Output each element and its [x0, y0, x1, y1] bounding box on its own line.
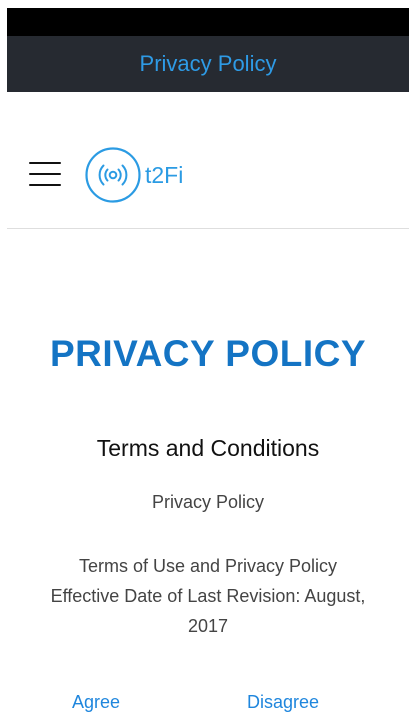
terms-heading: Terms and Conditions: [96, 435, 320, 461]
disagree-button[interactable]: Disagree: [247, 692, 319, 713]
terms-text: Terms of Use and Privacy Policy Effectiv…: [35, 551, 381, 641]
logo[interactable]: t2Fi: [84, 146, 183, 204]
page-title: PRIVACY POLICY: [49, 333, 367, 374]
privacy-policy-label: Privacy Policy: [151, 492, 265, 512]
agree-button[interactable]: Agree: [72, 692, 120, 713]
consent-actions: Agree Disagree: [7, 692, 409, 720]
nav-title: Privacy Policy: [139, 51, 277, 76]
logo-text: t2Fi: [145, 161, 184, 188]
site-header: t2Fi: [7, 92, 409, 229]
terms-line: Terms of Use and Privacy Policy: [78, 556, 338, 576]
status-bar: [7, 8, 409, 36]
navigation-bar: Privacy Policy: [7, 36, 409, 92]
hamburger-menu-icon[interactable]: [29, 162, 61, 186]
revision-date: Effective Date of Last Revision: August,…: [50, 586, 366, 636]
wifi-signal-icon: [85, 147, 141, 203]
